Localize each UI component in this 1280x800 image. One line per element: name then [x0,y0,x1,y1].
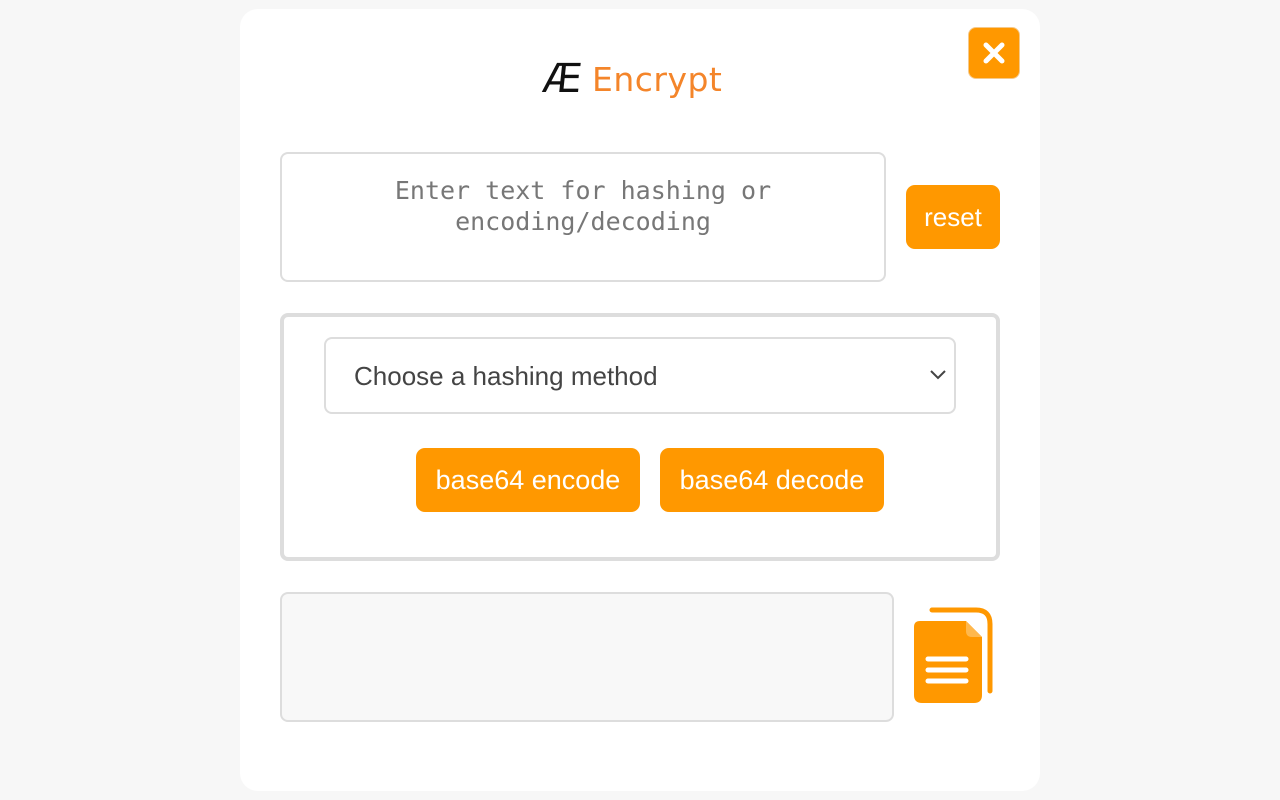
text-input[interactable] [280,152,886,282]
base64-decode-button[interactable]: base64 decode [660,448,884,512]
close-button[interactable] [968,27,1020,79]
hashing-panel: Choose a hashing method base64 encode ba… [280,313,1000,561]
hashing-method-select[interactable]: Choose a hashing method [324,337,956,414]
base64-encode-button[interactable]: base64 encode [416,448,640,512]
chevron-down-icon [930,370,946,380]
output-field[interactable] [280,592,894,722]
logo-mark: Æ [540,56,583,102]
copy-icon [914,607,993,703]
hashing-method-selected: Choose a hashing method [354,361,658,391]
close-icon [983,42,1005,64]
copy-button[interactable] [912,607,996,707]
logo-text: Encrypt [591,59,723,99]
popup-card: Æ Encrypt reset Choose a hashing method … [240,9,1040,791]
reset-button[interactable]: reset [906,185,1000,249]
app-logo: Æ Encrypt [540,53,723,105]
